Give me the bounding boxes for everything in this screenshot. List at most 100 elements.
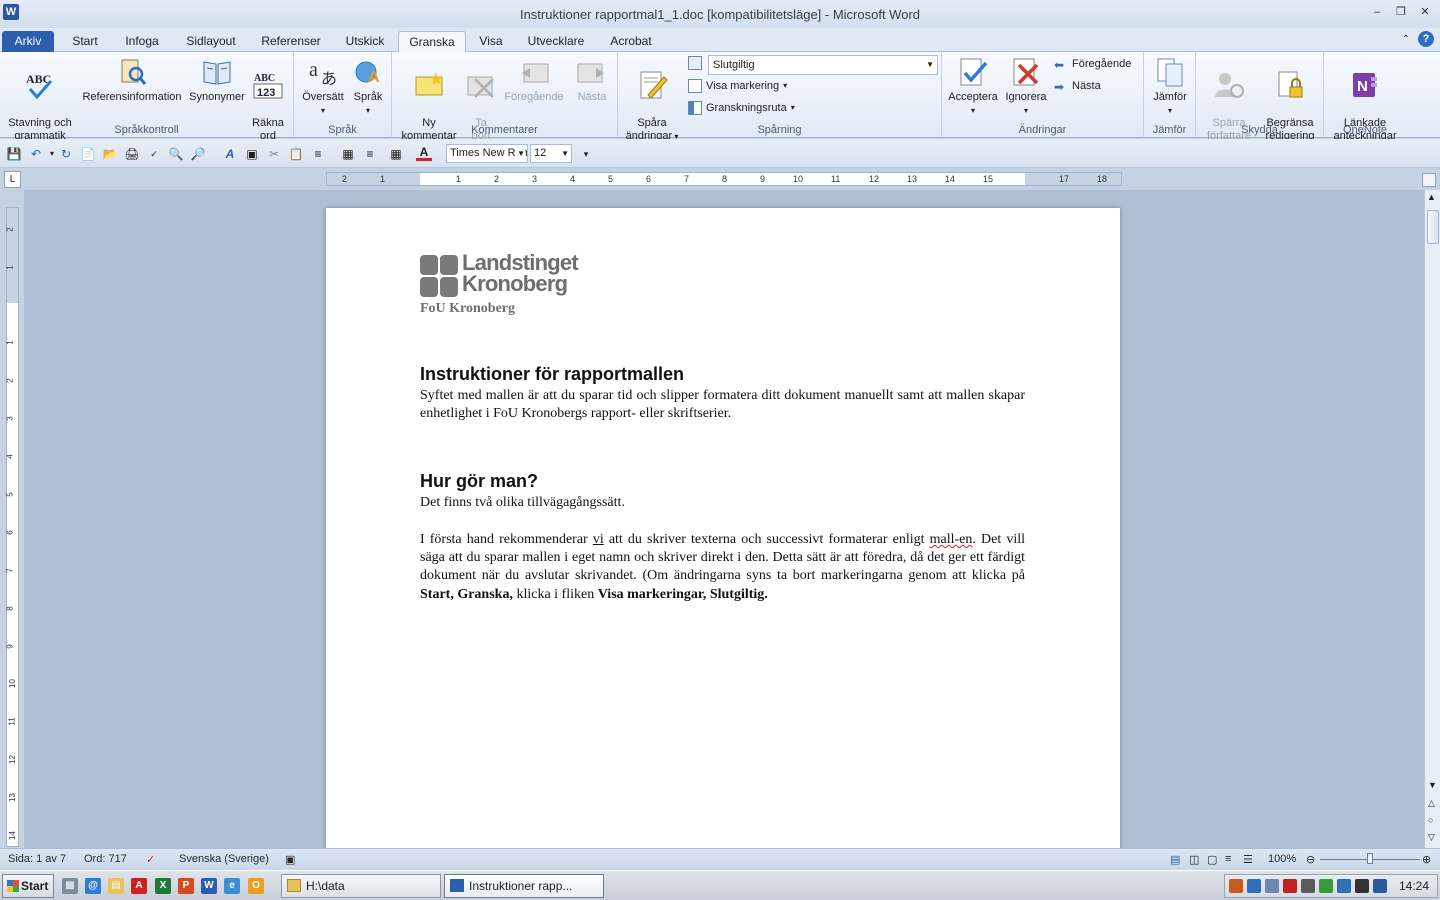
- acrobat-icon[interactable]: A: [131, 878, 147, 894]
- word-count[interactable]: Ord: 717: [84, 853, 127, 865]
- scroll-thumb[interactable]: [1427, 210, 1439, 244]
- word-icon[interactable]: W: [201, 878, 217, 894]
- vertical-scrollbar[interactable]: ▲ ▼ △ ○ ▽: [1424, 190, 1440, 848]
- taskbar-item-word[interactable]: Instruktioner rapp...: [444, 874, 604, 898]
- sprak-button[interactable]: A Språk ▾: [348, 56, 388, 117]
- powerpoint-icon[interactable]: P: [178, 878, 194, 894]
- new-document-icon[interactable]: 📄: [80, 146, 96, 162]
- restore-icon[interactable]: ❐: [1392, 4, 1410, 20]
- acceptera-button[interactable]: Acceptera ▾: [946, 56, 1000, 117]
- foregaende-andring-button[interactable]: ⬅ Föregående: [1054, 56, 1131, 72]
- minimize-icon[interactable]: –: [1368, 4, 1386, 20]
- redo-icon[interactable]: ↻: [58, 146, 74, 162]
- font-name-select[interactable]: Times New Roman ▼: [446, 144, 528, 163]
- horizontal-ruler[interactable]: 2 1 1 2 3 4 5 6 7 8 9 10 11 12 13 14 15 …: [326, 172, 1122, 186]
- outline-view-icon[interactable]: ≡: [1225, 853, 1231, 865]
- tab-granska[interactable]: Granska: [398, 31, 466, 52]
- bullets-icon[interactable]: ≡: [310, 146, 326, 162]
- next-page-icon[interactable]: ▽: [1428, 832, 1435, 843]
- visa-markering-button[interactable]: Visa markering ▾: [688, 78, 787, 94]
- tray-security-icon[interactable]: [1319, 879, 1333, 893]
- internet-explorer-icon[interactable]: e: [224, 878, 240, 894]
- save-icon[interactable]: 💾: [6, 146, 22, 162]
- open-icon[interactable]: 📂: [102, 146, 118, 162]
- next-comment-icon: [577, 63, 604, 83]
- ribbon-collapse-icon[interactable]: ⌃: [1402, 34, 1410, 45]
- word-app-icon[interactable]: W: [3, 4, 19, 20]
- borders-icon[interactable]: ▦: [388, 146, 404, 162]
- taskbar-item-explorer[interactable]: H:\data: [281, 874, 441, 898]
- tray-bluetooth-icon[interactable]: [1337, 879, 1351, 893]
- font-size-select[interactable]: 12 ▼: [530, 144, 572, 163]
- proofing-icon[interactable]: ✓: [146, 853, 155, 866]
- taskbar-clock[interactable]: 14:24: [1399, 879, 1429, 893]
- zoom-in-icon[interactable]: ⊕: [1422, 853, 1431, 866]
- tray-display-icon[interactable]: [1355, 879, 1369, 893]
- start-button[interactable]: Start: [2, 874, 54, 898]
- tab-acrobat[interactable]: Acrobat: [600, 31, 662, 52]
- tab-start[interactable]: Start: [60, 31, 110, 52]
- granskningsruta-button[interactable]: Granskningsruta ▾: [688, 100, 795, 116]
- tray-sync-icon[interactable]: [1265, 879, 1279, 893]
- zoom-level[interactable]: 100%: [1268, 853, 1296, 865]
- zoom-slider-thumb[interactable]: [1367, 853, 1373, 864]
- jamfor-button[interactable]: Jämför ▾: [1148, 56, 1192, 117]
- tray-network-status-icon[interactable]: [1373, 879, 1387, 893]
- tab-sidlayout[interactable]: Sidlayout: [176, 31, 246, 52]
- customize-toolbar-icon[interactable]: ▾: [578, 146, 594, 162]
- styles-icon[interactable]: A: [222, 146, 238, 162]
- zoom-out-icon[interactable]: ⊖: [1306, 853, 1315, 866]
- markup-mode-select[interactable]: Slutgiltig ▼: [708, 55, 938, 75]
- document-page[interactable]: Landstinget Kronoberg FoU Kronoberg Inst…: [326, 208, 1120, 848]
- nasta-andring-button[interactable]: ➡ Nästa: [1054, 78, 1101, 94]
- tab-utvecklare[interactable]: Utvecklare: [518, 31, 594, 52]
- spellcheck-icon[interactable]: ✓: [146, 146, 162, 162]
- foregaende-kommentar-button[interactable]: Föregående: [500, 56, 568, 104]
- insert-table-icon[interactable]: ▦: [340, 146, 356, 162]
- close-icon[interactable]: ✕: [1416, 4, 1434, 20]
- font-color-icon[interactable]: A: [416, 146, 432, 161]
- draft-view-icon[interactable]: ☰: [1243, 853, 1253, 866]
- outlook-icon[interactable]: O: [248, 878, 264, 894]
- undo-icon[interactable]: ↶: [28, 146, 44, 162]
- print-preview-icon[interactable]: 🔍: [168, 146, 184, 162]
- referensinformation-button[interactable]: Referensinformation: [78, 56, 186, 104]
- paragraph-icon[interactable]: ≡: [362, 146, 378, 162]
- view-ruler-icon[interactable]: [1422, 173, 1436, 187]
- explorer-icon[interactable]: ▤: [108, 878, 124, 894]
- tab-utskick[interactable]: Utskick: [336, 31, 394, 52]
- paste-icon[interactable]: 📋: [288, 146, 304, 162]
- oversatt-button[interactable]: aあ Översätt ▾: [298, 56, 348, 117]
- browse-object-icon[interactable]: ○: [1428, 815, 1433, 825]
- previous-page-icon[interactable]: △: [1428, 798, 1435, 809]
- tab-arkiv[interactable]: Arkiv: [2, 31, 54, 52]
- tray-network-icon[interactable]: [1247, 879, 1261, 893]
- page-count[interactable]: Sida: 1 av 7: [8, 853, 66, 865]
- print-layout-view-icon[interactable]: ▤: [1170, 853, 1180, 866]
- show-desktop-icon[interactable]: ▩: [62, 878, 78, 894]
- tray-volume-icon[interactable]: [1283, 879, 1297, 893]
- tab-visa[interactable]: Visa: [472, 31, 510, 52]
- full-screen-view-icon[interactable]: ◫: [1189, 853, 1199, 866]
- excel-icon[interactable]: X: [155, 878, 171, 894]
- scroll-up-icon[interactable]: ▲: [1427, 192, 1436, 202]
- scroll-down-icon[interactable]: ▼: [1428, 780, 1437, 790]
- tab-referenser[interactable]: Referenser: [252, 31, 330, 52]
- ignorera-button[interactable]: Ignorera ▾: [1000, 56, 1052, 117]
- macro-record-icon[interactable]: ▣: [285, 853, 295, 866]
- zoom-icon[interactable]: 🔎: [190, 146, 206, 162]
- synonymer-button[interactable]: Synonymer: [188, 56, 246, 104]
- tray-app-icon[interactable]: [1229, 879, 1243, 893]
- outlook-icon[interactable]: @: [85, 878, 101, 894]
- picture-icon[interactable]: ▣: [244, 146, 260, 162]
- tray-update-icon[interactable]: [1301, 879, 1315, 893]
- tab-infoga[interactable]: Infoga: [114, 31, 170, 52]
- vertical-ruler[interactable]: 2 1 1 2 3 4 5 6 7 8 9 10 11 12 13 14: [6, 207, 19, 847]
- language-status[interactable]: Svenska (Sverige): [179, 853, 269, 865]
- nasta-kommentar-button[interactable]: Nästa: [570, 56, 614, 104]
- print-icon[interactable]: 🖨: [124, 146, 140, 162]
- help-icon[interactable]: ?: [1418, 31, 1434, 47]
- cut-icon[interactable]: ✂: [266, 146, 282, 162]
- web-layout-view-icon[interactable]: ▢: [1207, 853, 1217, 866]
- tab-selector-button[interactable]: L: [4, 171, 21, 188]
